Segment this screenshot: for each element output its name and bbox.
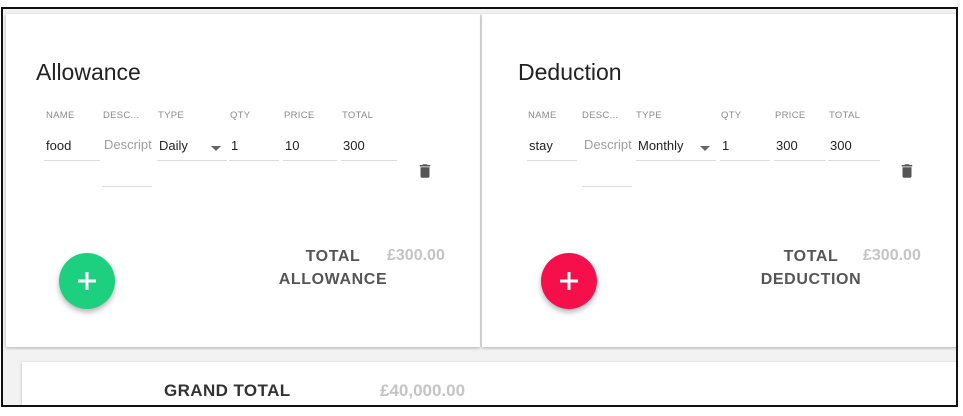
plus-icon	[78, 272, 96, 290]
header-name: NAME	[528, 110, 557, 121]
app-frame: Allowance NAME DESC... TYPE QTY PRICE TO…	[1, 7, 958, 407]
plus-icon	[560, 272, 578, 290]
grand-total-card: GRAND TOTAL £40,000.00	[22, 362, 956, 405]
header-total: TOTAL	[342, 110, 374, 121]
type-select[interactable]: Monthly	[636, 138, 716, 161]
trash-icon[interactable]	[898, 160, 916, 182]
total-field: 300	[341, 138, 397, 161]
header-qty: QTY	[721, 110, 742, 121]
add-deduction-button[interactable]	[541, 253, 597, 309]
total-deduction-label: TOTAL DEDUCTION	[760, 248, 862, 288]
total-field: 300	[828, 138, 880, 161]
header-description: DESC...	[103, 110, 140, 121]
total-deduction-amount: £300.00	[863, 247, 921, 264]
name-input[interactable]: stay	[527, 138, 577, 161]
header-type: TYPE	[636, 110, 663, 121]
allowance-title: Allowance	[36, 59, 141, 85]
deduction-card: Deduction NAME DESC... TYPE QTY PRICE TO…	[482, 14, 956, 347]
name-input[interactable]: food	[44, 138, 100, 161]
header-total: TOTAL	[829, 110, 861, 121]
deduction-title: Deduction	[518, 59, 622, 85]
caret-down-icon	[700, 146, 710, 151]
header-name: NAME	[46, 110, 75, 121]
type-select-value: Daily	[159, 138, 188, 153]
grand-total-label: GRAND TOTAL	[164, 381, 291, 400]
caret-down-icon	[211, 146, 221, 151]
type-select[interactable]: Daily	[157, 138, 227, 161]
grand-total-amount: £40,000.00	[380, 381, 466, 400]
header-description: DESC...	[582, 110, 619, 121]
qty-input[interactable]: 1	[229, 138, 279, 161]
header-price: PRICE	[775, 110, 806, 121]
price-input[interactable]: 300	[774, 138, 826, 161]
allowance-card: Allowance NAME DESC... TYPE QTY PRICE TO…	[6, 14, 480, 347]
header-qty: QTY	[230, 110, 251, 121]
type-select-value: Monthly	[638, 138, 684, 153]
header-price: PRICE	[284, 110, 315, 121]
total-allowance-amount: £300.00	[387, 247, 445, 264]
total-allowance-label: TOTAL ALLOWANCE	[278, 248, 388, 288]
description-input[interactable]: Description	[582, 132, 632, 187]
add-allowance-button[interactable]	[59, 253, 115, 309]
trash-icon[interactable]	[416, 160, 434, 182]
header-type: TYPE	[158, 110, 185, 121]
qty-input[interactable]: 1	[720, 138, 770, 161]
price-input[interactable]: 10	[283, 138, 337, 161]
description-input[interactable]: Description	[102, 132, 152, 187]
